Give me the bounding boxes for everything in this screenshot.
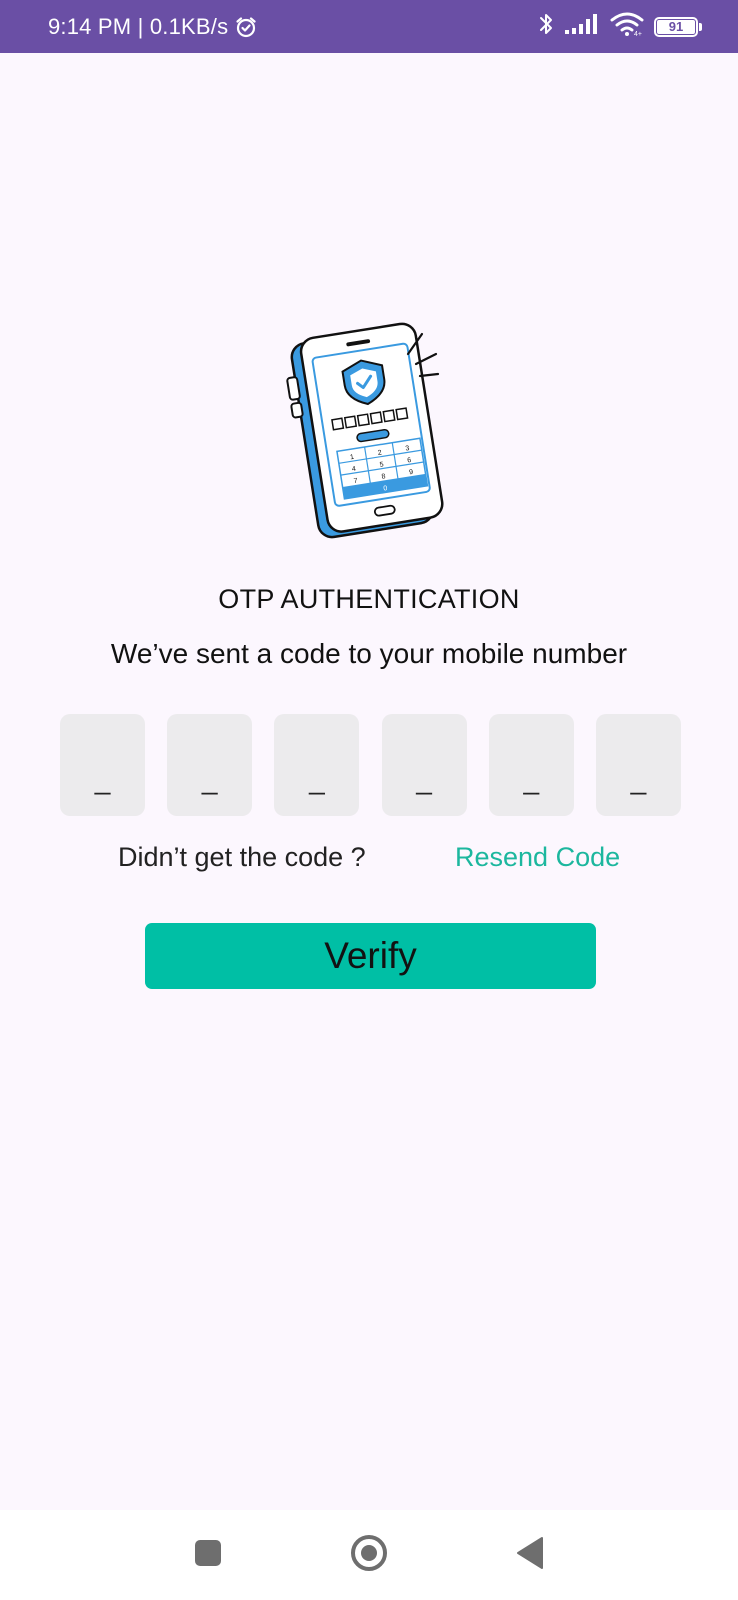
verify-button[interactable]: Verify bbox=[145, 923, 596, 989]
otp-digit-field-1[interactable]: _ bbox=[60, 714, 145, 816]
status-right: 4+ 91 bbox=[538, 11, 702, 42]
otp-digit-placeholder: _ bbox=[630, 764, 647, 795]
phone-otp-illustration: 1 2 3 4 5 6 7 8 9 0 bbox=[282, 320, 458, 540]
recents-icon bbox=[193, 1538, 223, 1573]
recents-button[interactable] bbox=[163, 1510, 253, 1600]
page-subtitle: We’ve sent a code to your mobile number bbox=[110, 638, 628, 669]
battery-level: 91 bbox=[657, 19, 695, 34]
otp-digit-field-3[interactable]: _ bbox=[274, 714, 360, 816]
navigation-bar bbox=[0, 1510, 738, 1600]
otp-digit-placeholder: _ bbox=[416, 764, 432, 795]
status-left: 9:14 PM | 0.1KB/s bbox=[48, 14, 258, 40]
alarm-icon bbox=[234, 15, 258, 39]
status-time-speed: 9:14 PM | 0.1KB/s bbox=[48, 13, 229, 39]
battery-icon: 91 bbox=[654, 16, 702, 37]
back-button[interactable] bbox=[485, 1510, 575, 1600]
back-icon bbox=[515, 1536, 545, 1575]
page-title: OTP AUTHENTICATION bbox=[218, 584, 520, 614]
otp-digit-field-4[interactable]: _ bbox=[381, 714, 467, 816]
otp-digit-placeholder: _ bbox=[523, 764, 540, 795]
otp-code-input: _ _ _ _ _ _ bbox=[60, 714, 681, 816]
home-icon bbox=[349, 1533, 389, 1578]
otp-digit-field-5[interactable]: _ bbox=[488, 714, 574, 816]
status-bar: 9:14 PM | 0.1KB/s 4+ 91 bbox=[0, 0, 738, 53]
resend-code-link[interactable]: Resend Code bbox=[455, 842, 620, 873]
bluetooth-icon bbox=[538, 11, 554, 42]
otp-digit-placeholder: _ bbox=[94, 764, 111, 795]
resend-row: Didn’t get the code ? Resend Code bbox=[0, 842, 738, 882]
home-button[interactable] bbox=[324, 1510, 414, 1600]
wifi-icon: 4+ bbox=[610, 11, 644, 42]
didnt-get-code-label: Didn’t get the code ? bbox=[118, 842, 366, 872]
svg-text:4+: 4+ bbox=[634, 31, 642, 37]
signal-icon bbox=[564, 13, 600, 40]
otp-digit-field-6[interactable]: _ bbox=[595, 714, 681, 816]
otp-digit-field-2[interactable]: _ bbox=[167, 714, 253, 816]
otp-digit-placeholder: _ bbox=[201, 764, 218, 795]
otp-digit-placeholder: _ bbox=[309, 764, 325, 795]
